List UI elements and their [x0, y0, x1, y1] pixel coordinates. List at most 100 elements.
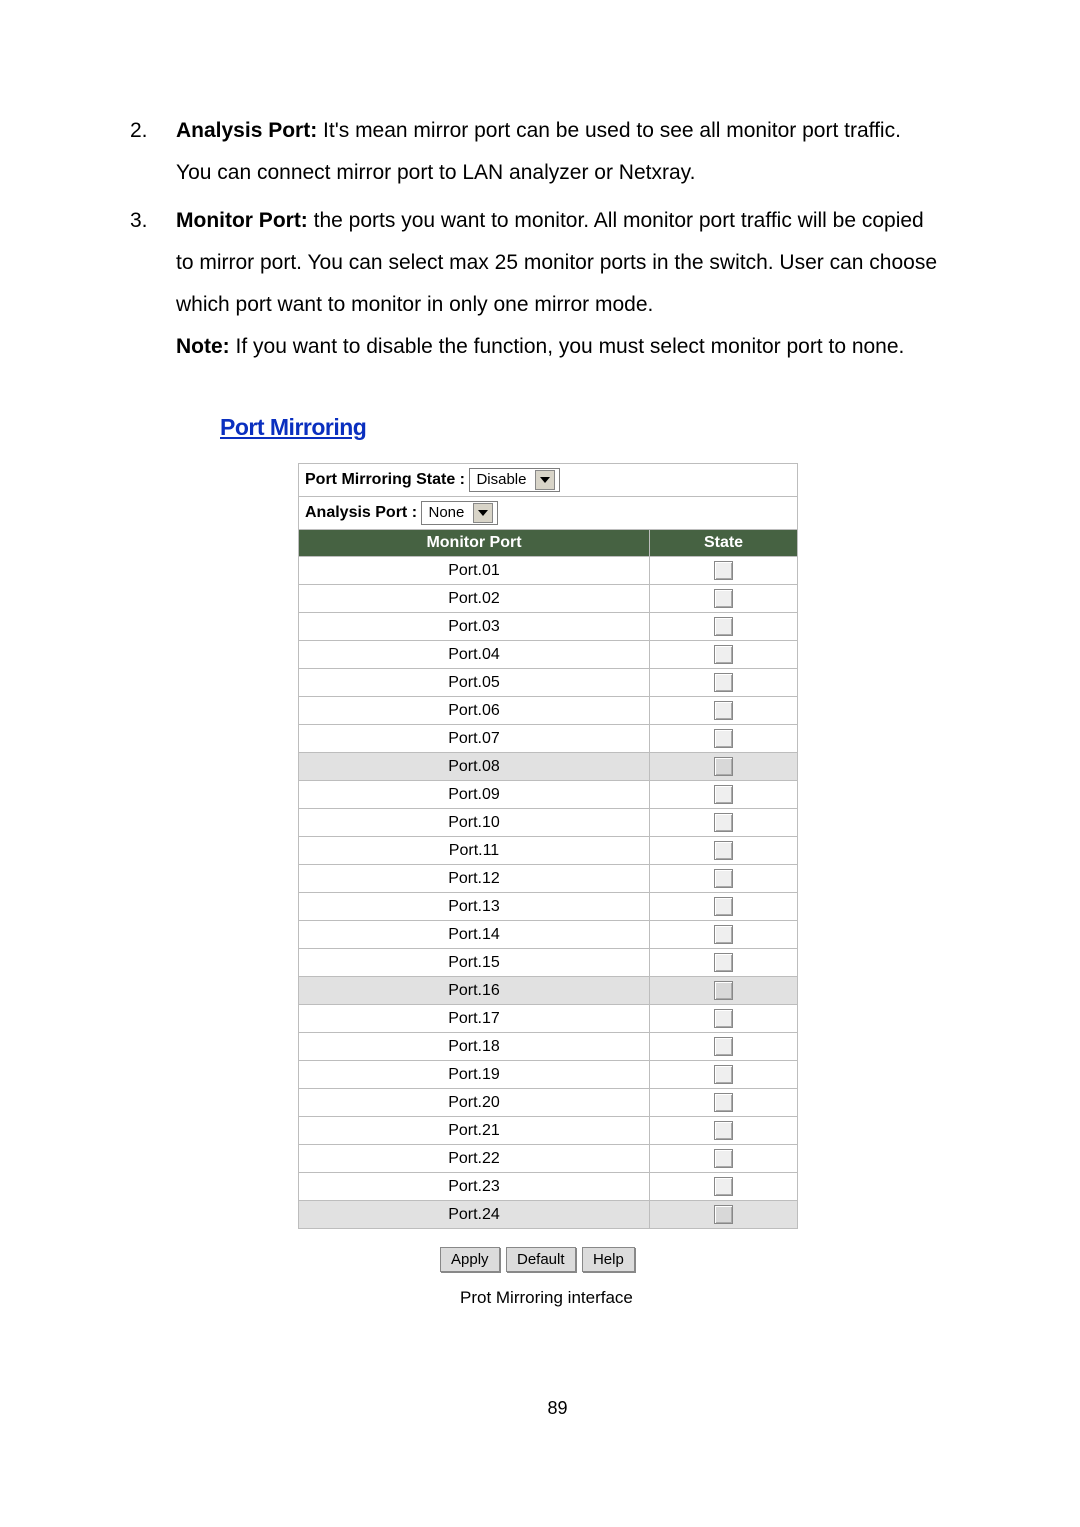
state-checkbox[interactable]	[714, 981, 733, 1000]
table-row: Port.01	[299, 557, 798, 585]
port-state-cell	[650, 837, 798, 865]
default-button[interactable]: Default	[506, 1247, 576, 1272]
analysis-port-row: Analysis Port : None	[299, 497, 798, 530]
column-header-monitor: Monitor Port	[299, 530, 650, 557]
table-row: Port.11	[299, 837, 798, 865]
section-title: Port Mirroring	[220, 414, 480, 441]
analysis-value: None	[428, 504, 464, 521]
chevron-down-icon	[535, 470, 555, 490]
state-checkbox[interactable]	[714, 729, 733, 748]
text: to mirror port. You can select max 25 mo…	[176, 242, 985, 284]
chevron-down-icon	[473, 503, 493, 523]
port-state-cell	[650, 1173, 798, 1201]
table-row: Port.06	[299, 697, 798, 725]
port-state-cell	[650, 641, 798, 669]
port-name: Port.08	[299, 753, 650, 781]
port-name: Port.21	[299, 1117, 650, 1145]
text: You can connect mirror port to LAN analy…	[176, 152, 985, 194]
state-label: Port Mirroring State :	[305, 471, 469, 488]
port-name: Port.19	[299, 1061, 650, 1089]
port-state-cell	[650, 1089, 798, 1117]
port-name: Port.18	[299, 1033, 650, 1061]
state-checkbox[interactable]	[714, 841, 733, 860]
table-row: Port.16	[299, 977, 798, 1005]
table-row: Port.09	[299, 781, 798, 809]
table-row: Port.13	[299, 893, 798, 921]
port-state-cell	[650, 949, 798, 977]
port-name: Port.24	[299, 1201, 650, 1229]
port-state-cell	[650, 1005, 798, 1033]
state-checkbox[interactable]	[714, 701, 733, 720]
state-checkbox[interactable]	[714, 1065, 733, 1084]
state-checkbox[interactable]	[714, 897, 733, 916]
state-checkbox[interactable]	[714, 785, 733, 804]
state-checkbox[interactable]	[714, 869, 733, 888]
port-state-cell	[650, 1145, 798, 1173]
port-state-cell	[650, 1061, 798, 1089]
state-checkbox[interactable]	[714, 617, 733, 636]
port-state-cell	[650, 781, 798, 809]
port-name: Port.01	[299, 557, 650, 585]
list-item-2: 2. Analysis Port: It's mean mirror port …	[130, 110, 985, 194]
state-checkbox[interactable]	[714, 1009, 733, 1028]
port-name: Port.16	[299, 977, 650, 1005]
state-checkbox[interactable]	[714, 1205, 733, 1224]
state-checkbox[interactable]	[714, 561, 733, 580]
port-name: Port.09	[299, 781, 650, 809]
state-checkbox[interactable]	[714, 925, 733, 944]
port-state-cell	[650, 613, 798, 641]
port-name: Port.20	[299, 1089, 650, 1117]
state-checkbox[interactable]	[714, 1093, 733, 1112]
port-name: Port.11	[299, 837, 650, 865]
port-name: Port.23	[299, 1173, 650, 1201]
table-row: Port.02	[299, 585, 798, 613]
text: It's mean mirror port can be used to see…	[317, 119, 901, 142]
port-state-cell	[650, 669, 798, 697]
help-button[interactable]: Help	[582, 1247, 635, 1272]
port-name: Port.02	[299, 585, 650, 613]
table-row: Port.21	[299, 1117, 798, 1145]
column-header-state: State	[650, 530, 798, 557]
figure-caption: Prot Mirroring interface	[460, 1288, 985, 1308]
state-checkbox[interactable]	[714, 953, 733, 972]
table-row: Port.12	[299, 865, 798, 893]
table-row: Port.03	[299, 613, 798, 641]
apply-button[interactable]: Apply	[440, 1247, 500, 1272]
table-row: Port.18	[299, 1033, 798, 1061]
note-text: If you want to disable the function, you…	[230, 335, 905, 358]
state-checkbox[interactable]	[714, 1177, 733, 1196]
state-checkbox[interactable]	[714, 813, 733, 832]
table-row: Port.23	[299, 1173, 798, 1201]
table-row: Port.20	[299, 1089, 798, 1117]
port-name: Port.10	[299, 809, 650, 837]
state-checkbox[interactable]	[714, 1149, 733, 1168]
table-row: Port.08	[299, 753, 798, 781]
state-checkbox[interactable]	[714, 1121, 733, 1140]
port-name: Port.04	[299, 641, 650, 669]
port-name: Port.17	[299, 1005, 650, 1033]
analysis-port-select[interactable]: None	[421, 501, 497, 525]
port-state-cell	[650, 865, 798, 893]
port-state-cell	[650, 921, 798, 949]
state-checkbox[interactable]	[714, 645, 733, 664]
port-mirroring-table: Port Mirroring State : Disable Analysis …	[298, 463, 798, 1229]
state-checkbox[interactable]	[714, 1037, 733, 1056]
table-row: Port.19	[299, 1061, 798, 1089]
table-row: Port.17	[299, 1005, 798, 1033]
state-checkbox[interactable]	[714, 673, 733, 692]
port-state-cell	[650, 1117, 798, 1145]
port-state-cell	[650, 585, 798, 613]
port-name: Port.22	[299, 1145, 650, 1173]
list-item-3: 3. Monitor Port: the ports you want to m…	[130, 200, 985, 368]
note-label: Note:	[176, 335, 230, 358]
table-row: Port.10	[299, 809, 798, 837]
port-name: Port.15	[299, 949, 650, 977]
mirroring-state-select[interactable]: Disable	[469, 468, 559, 492]
table-row: Port.22	[299, 1145, 798, 1173]
port-state-cell	[650, 1033, 798, 1061]
list-number: 3.	[130, 200, 176, 368]
state-value: Disable	[476, 471, 526, 488]
state-checkbox[interactable]	[714, 757, 733, 776]
text: which port want to monitor in only one m…	[176, 284, 985, 326]
state-checkbox[interactable]	[714, 589, 733, 608]
